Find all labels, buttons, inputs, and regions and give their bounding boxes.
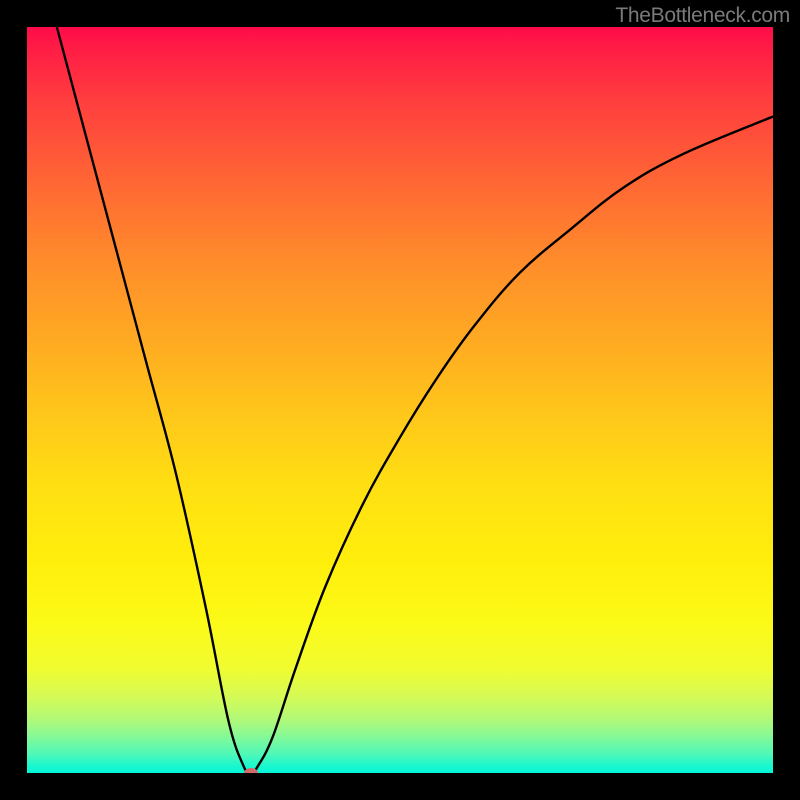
watermark-text: TheBottleneck.com — [615, 4, 790, 28]
curve-layer — [27, 27, 773, 773]
chart-frame: TheBottleneck.com — [0, 0, 800, 800]
bottleneck-curve — [57, 27, 773, 773]
plot-area — [27, 27, 773, 773]
minimum-marker — [244, 768, 258, 773]
